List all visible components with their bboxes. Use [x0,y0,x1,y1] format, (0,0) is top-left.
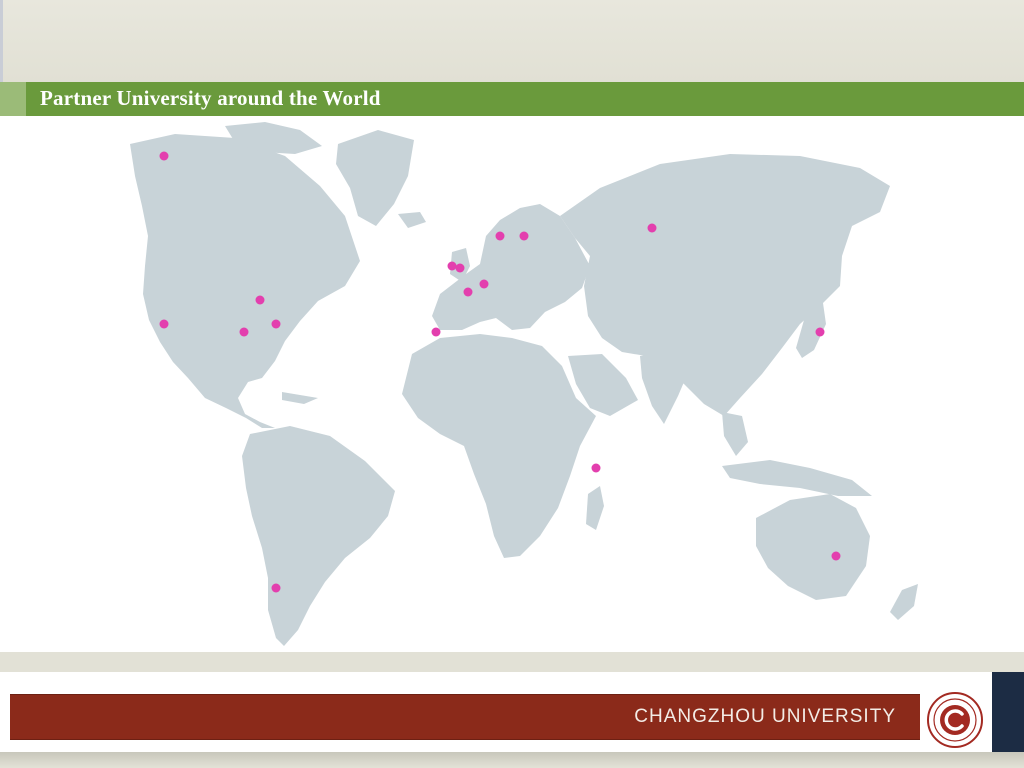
greenland [336,130,414,226]
top-band-edge [0,0,3,82]
partner-marker-sweden [495,231,505,241]
partner-marker-uk-2 [455,263,465,273]
world-map-svg [130,122,918,646]
india [640,352,690,424]
partner-marker-germany [479,279,489,289]
southeast-asia [722,412,748,456]
university-name: CHANGZHOU UNIVERSITY [634,706,896,727]
new-zealand [890,584,918,620]
slide-footer: CHANGZHOU UNIVERSITY [0,672,1024,768]
title-bar: Partner University around the World [0,82,1024,116]
partner-marker-uk-1 [447,261,457,271]
partner-marker-australia [831,551,841,561]
slide-top-band [0,0,1024,82]
caribbean [282,392,318,404]
university-logo-icon [927,692,983,748]
partner-marker-california [159,319,169,329]
partner-marker-russia [647,223,657,233]
partner-marker-chile [271,583,281,593]
indonesia [722,460,872,496]
australia [756,494,870,600]
partner-marker-japan [815,327,825,337]
footer-dark-block [992,672,1024,752]
madagascar [586,486,604,530]
partner-marker-great-lakes [255,295,265,305]
slide-title: Partner University around the World [40,86,381,110]
partner-marker-east-us [271,319,281,329]
iceland [398,212,426,228]
land-masses [130,122,918,646]
title-bar-accent [0,82,26,116]
partner-marker-portugal [431,327,441,337]
slide-gap-band [0,652,1024,672]
partner-marker-alaska [159,151,169,161]
partner-marker-east-africa [591,463,601,473]
partner-marker-france [463,287,473,297]
footer-shadow [0,752,1024,768]
africa [402,334,596,558]
south-america [242,426,395,646]
world-map [0,116,1024,652]
partner-marker-central-us [239,327,249,337]
footer-banner: CHANGZHOU UNIVERSITY [10,694,920,740]
partner-marker-finland [519,231,529,241]
north-america [130,134,360,428]
